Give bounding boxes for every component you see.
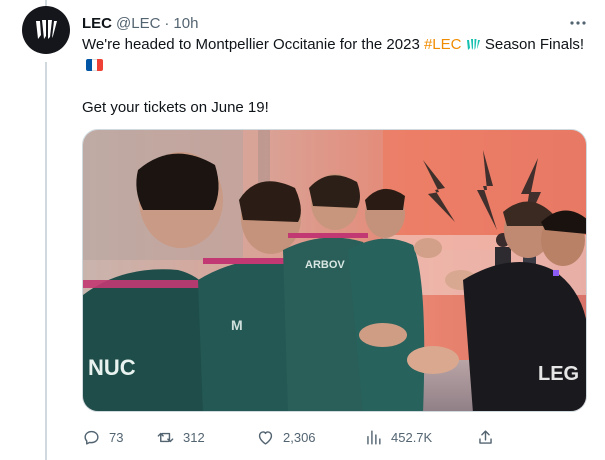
more-options-button[interactable] [565,10,591,36]
like-count: 2,306 [283,429,316,445]
lec-logo-icon [36,20,57,39]
reply-count: 73 [109,429,124,445]
avatar[interactable] [22,6,70,54]
share-icon [479,429,492,444]
svg-text:LEG: LEG [538,363,579,385]
tweet-actions: 73 312 2,306 452.7K [82,426,587,448]
tweet-photo[interactable]: NUC M ARBOV LEG [82,129,587,412]
analytics-icon [367,429,381,445]
tweet-time[interactable]: 10h [173,15,198,32]
view-count: 452.7K [391,429,433,445]
reply-icon [84,430,99,445]
tweet-text-suffix: Season Finals! [484,36,585,53]
svg-text:NUC: NUC [88,355,136,380]
tweet-header: LEC @LEC · 10h [82,12,198,34]
like-button[interactable]: 2,306 [256,428,364,447]
separator-dot: · [164,14,170,32]
tweet-text: We're headed to Montpellier Occitanie fo… [82,34,587,118]
tweet[interactable]: LEC @LEC · 10h We're headed to Montpelli… [0,0,605,460]
svg-text:M: M [231,317,243,333]
svg-text:ARBOV: ARBOV [305,259,345,271]
france-flag-icon [86,59,103,71]
share-button[interactable] [476,428,495,447]
tweet-text-prefix: We're headed to Montpellier Occitanie fo… [82,36,420,53]
lec-hashflag-icon [466,39,480,50]
reply-button[interactable]: 73 [82,428,156,447]
tweet-text-line1: We're headed to Montpellier Occitanie fo… [82,34,587,76]
views-button[interactable]: 452.7K [364,428,476,447]
photo-players-high-five: NUC M ARBOV LEG [83,130,586,411]
author-name[interactable]: LEC [82,15,112,32]
author-handle[interactable]: @LEC [116,15,160,32]
hashtag-link[interactable]: #LEC [424,36,462,53]
heart-icon [258,430,273,445]
more-icon [570,21,586,25]
tweet-text-line2: Get your tickets on June 19! [82,99,269,116]
thread-line [45,62,47,460]
retweet-count: 312 [183,429,205,445]
retweet-icon [157,432,174,442]
retweet-button[interactable]: 312 [156,428,256,447]
